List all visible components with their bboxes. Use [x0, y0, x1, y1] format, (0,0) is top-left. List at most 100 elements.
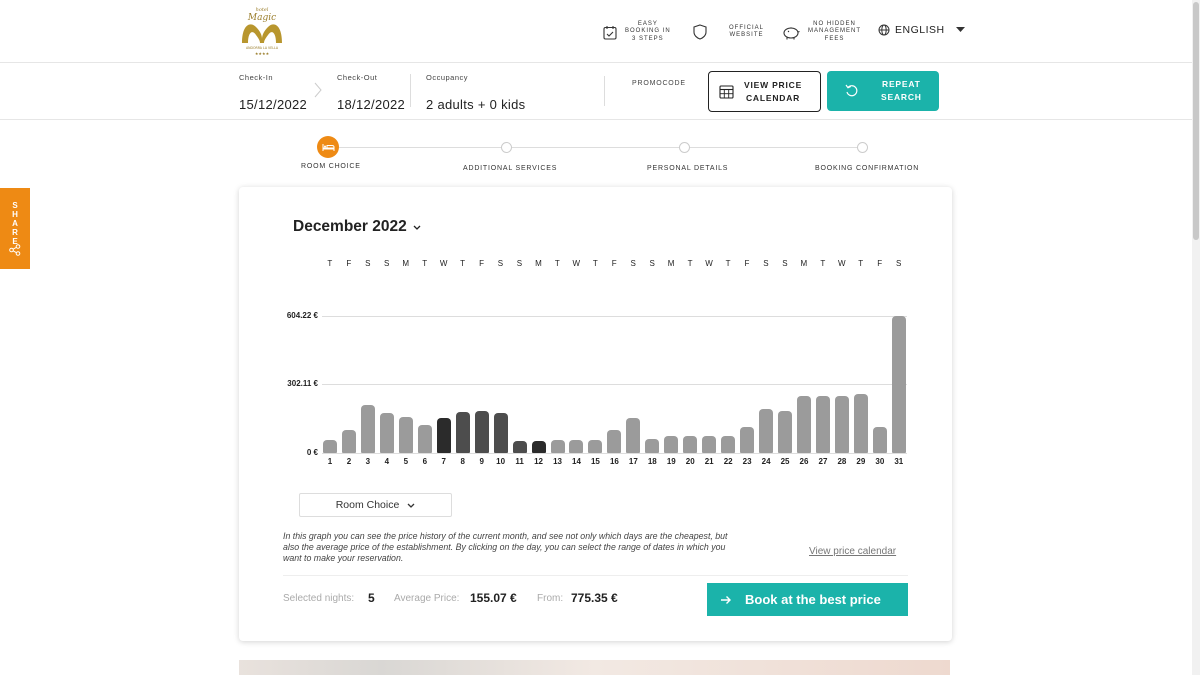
day-number-label[interactable]: 18	[648, 457, 657, 466]
price-bar-day-10[interactable]	[493, 412, 508, 453]
price-bar-day-30[interactable]	[872, 426, 887, 453]
price-bar-day-8[interactable]	[455, 412, 470, 453]
price-bar-day-29[interactable]	[853, 394, 868, 453]
day-number-label[interactable]: 27	[819, 457, 828, 466]
day-number-label[interactable]: 28	[837, 457, 846, 466]
day-number-label[interactable]: 12	[534, 457, 543, 466]
price-bar-day-11[interactable]	[512, 440, 527, 453]
price-bar-day-5[interactable]	[398, 416, 413, 453]
month-selector[interactable]: December 2022	[293, 218, 421, 236]
caret-down-icon	[955, 27, 965, 32]
arrow-right-icon	[721, 595, 731, 604]
price-bar-day-12[interactable]	[531, 440, 546, 453]
day-number-label[interactable]: 1	[328, 457, 332, 466]
price-bar-day-31[interactable]	[891, 316, 906, 453]
feature-official-website-text: OFFICIAL WEBSITE	[729, 24, 765, 39]
day-number-label[interactable]: 20	[686, 457, 695, 466]
price-bar-day-27[interactable]	[815, 396, 830, 453]
price-bar-day-18[interactable]	[645, 438, 660, 453]
price-bar-day-9[interactable]	[474, 410, 489, 453]
price-bar-day-17[interactable]	[626, 417, 641, 453]
step-additional-services-marker[interactable]	[501, 142, 512, 153]
day-number-label[interactable]: 15	[591, 457, 600, 466]
step-personal-details-label[interactable]: PERSONAL DETAILS	[647, 165, 728, 172]
step-booking-confirmation-label[interactable]: BOOKING CONFIRMATION	[815, 165, 919, 172]
day-number-label[interactable]: 7	[442, 457, 446, 466]
repeat-search-button[interactable]: REPEAT SEARCH	[827, 71, 939, 111]
page-scrollbar[interactable]	[1192, 0, 1200, 675]
price-bar-day-23[interactable]	[740, 426, 755, 453]
scrollbar-thumb[interactable]	[1193, 2, 1199, 240]
price-bar-day-25[interactable]	[778, 411, 793, 453]
day-number-label[interactable]: 11	[515, 457, 523, 466]
weekday-label: F	[479, 259, 485, 268]
view-price-calendar-button[interactable]: VIEW PRICE CALENDAR	[708, 71, 821, 112]
day-number-label[interactable]: 22	[724, 457, 733, 466]
promocode-field[interactable]: PROMOCODE	[632, 80, 686, 87]
weekday-label: S	[763, 259, 769, 268]
day-number-label[interactable]: 9	[479, 457, 483, 466]
day-number-label[interactable]: 10	[496, 457, 505, 466]
price-bar-day-7[interactable]	[436, 417, 451, 453]
day-number-label[interactable]: 26	[800, 457, 809, 466]
language-selector[interactable]: ENGLISH	[878, 24, 965, 36]
day-number-label[interactable]: 23	[743, 457, 752, 466]
price-bar-day-1[interactable]	[323, 440, 337, 453]
weekday-label: T	[820, 259, 826, 268]
weekday-label: W	[572, 259, 581, 268]
step-personal-details-marker[interactable]	[679, 142, 690, 153]
price-bar-day-21[interactable]	[702, 435, 717, 453]
price-bar-day-16[interactable]	[607, 430, 622, 453]
hotel-logo[interactable]: hotel Magic ANDORRA LA VELLA ★★★★	[236, 5, 288, 57]
price-bar-day-13[interactable]	[550, 440, 565, 453]
day-number-label[interactable]: 3	[366, 457, 370, 466]
day-number-label[interactable]: 17	[629, 457, 638, 466]
svg-text:ANDORRA LA VELLA: ANDORRA LA VELLA	[246, 46, 279, 50]
price-bar-day-22[interactable]	[721, 435, 736, 453]
day-number-label[interactable]: 29	[856, 457, 865, 466]
price-bar-day-15[interactable]	[588, 440, 603, 453]
day-number-label[interactable]: 6	[423, 457, 427, 466]
day-number-label[interactable]: 2	[347, 457, 351, 466]
weekday-label: S	[384, 259, 390, 268]
step-room-choice-label[interactable]: ROOM CHOICE	[301, 163, 361, 170]
gridline	[322, 316, 907, 317]
day-number-label[interactable]: 8	[460, 457, 464, 466]
book-best-price-button[interactable]: Book at the best price	[707, 583, 908, 616]
day-number-label[interactable]: 4	[385, 457, 389, 466]
day-number-label[interactable]: 24	[762, 457, 771, 466]
average-price-value: 155.07 €	[470, 591, 517, 605]
calendar-check-icon	[603, 25, 617, 40]
day-number-label[interactable]: 14	[572, 457, 581, 466]
day-number-label[interactable]: 5	[404, 457, 408, 466]
step-additional-services-label[interactable]: ADDITIONAL SERVICES	[463, 165, 557, 172]
day-number-label[interactable]: 21	[705, 457, 714, 466]
view-price-calendar-link[interactable]: View price calendar	[809, 546, 896, 557]
step-booking-confirmation-marker[interactable]	[857, 142, 868, 153]
price-bar-day-28[interactable]	[834, 396, 849, 453]
room-choice-select[interactable]: Room Choice	[299, 493, 452, 517]
step-room-choice-marker[interactable]	[317, 136, 339, 158]
price-bar-day-4[interactable]	[379, 412, 394, 453]
price-bar-day-20[interactable]	[683, 435, 698, 453]
day-number-label[interactable]: 31	[894, 457, 903, 466]
price-bar-day-26[interactable]	[797, 396, 811, 453]
share-tab[interactable]: SHARE	[0, 188, 30, 269]
occupancy-label: Occupancy	[426, 73, 469, 82]
checkin-field[interactable]: 15/12/2022	[239, 97, 307, 112]
price-bar-day-2[interactable]	[341, 429, 356, 453]
day-number-label[interactable]: 25	[781, 457, 790, 466]
checkout-label: Check-Out	[337, 73, 378, 82]
price-bar-day-19[interactable]	[664, 435, 679, 453]
day-number-label[interactable]: 13	[553, 457, 562, 466]
day-number-label[interactable]: 19	[667, 457, 676, 466]
checkout-field[interactable]: 18/12/2022	[337, 97, 405, 112]
day-number-label[interactable]: 16	[610, 457, 619, 466]
price-bar-day-14[interactable]	[569, 440, 584, 453]
occupancy-field[interactable]: 2 adults + 0 kids	[426, 97, 525, 112]
day-number-label[interactable]: 30	[875, 457, 884, 466]
price-bar-day-3[interactable]	[360, 404, 375, 453]
weekday-label: T	[422, 259, 428, 268]
price-bar-day-24[interactable]	[759, 408, 774, 453]
price-bar-day-6[interactable]	[417, 424, 432, 453]
